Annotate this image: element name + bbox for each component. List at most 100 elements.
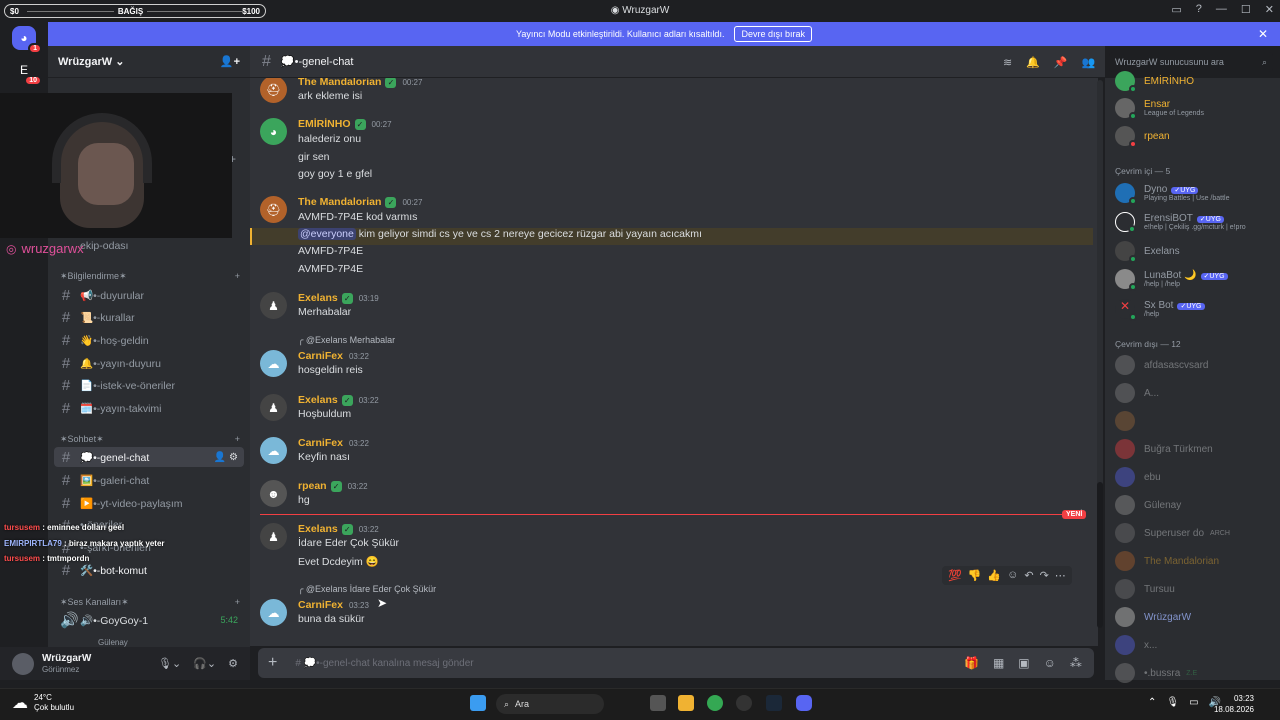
member-item[interactable]: Tursuu [1115, 578, 1275, 600]
weather-widget[interactable]: ☁ 24°C Çok bulutlu [12, 693, 74, 713]
member-item[interactable]: The Mandalorian [1115, 550, 1275, 572]
member-list-icon[interactable]: 👥 [1082, 56, 1096, 69]
author-name[interactable]: Exelans [298, 523, 338, 535]
voice-member[interactable]: Gülenay [98, 638, 128, 647]
author-name[interactable]: EMİRİNHO [298, 118, 351, 130]
channel-duyurular[interactable]: # 📢•-duyurular [54, 285, 244, 305]
thumbs-down-icon[interactable]: 👎 [968, 569, 982, 582]
add-channel-icon[interactable]: + [235, 597, 240, 608]
category-sohbet[interactable]: ✶Sohbet✶ + [60, 434, 240, 445]
obs-icon[interactable] [736, 695, 752, 711]
avatar[interactable]: ☁ [260, 350, 287, 377]
avatar[interactable]: ◕ [260, 118, 287, 145]
gift-icon[interactable]: 🎁 [964, 656, 979, 670]
author-name[interactable]: CarniFex [298, 599, 343, 611]
network-icon[interactable]: ▭ [1189, 697, 1198, 708]
pin-icon[interactable]: 📌 [1054, 56, 1068, 69]
taskbar-clock[interactable]: 03:23 18.08.2026 [1214, 693, 1254, 715]
start-menu-icon[interactable] [470, 695, 486, 711]
threads-icon[interactable]: ≋ [1003, 56, 1012, 69]
member-item[interactable]: Exelans [1115, 240, 1275, 263]
member-item[interactable] [1115, 410, 1275, 432]
author-name[interactable]: The Mandalorian [298, 196, 381, 208]
category-ses-kanallari[interactable]: ✶Ses Kanalları✶ + [60, 597, 240, 608]
member-item[interactable]: rpean [1115, 125, 1275, 148]
member-item[interactable]: afdasascvsard [1115, 354, 1275, 376]
member-item[interactable]: Gülenay [1115, 494, 1275, 516]
reaction-emoji-icon[interactable]: 💯 [948, 569, 962, 582]
reply-icon[interactable]: ↶ [1024, 569, 1033, 582]
discord-taskbar-icon[interactable] [796, 695, 812, 711]
member-item[interactable]: Superuser do ARCH [1115, 522, 1275, 544]
add-reaction-icon[interactable]: ☺ [1007, 569, 1018, 582]
channel-yayin-takvimi[interactable]: # 🗓️•-yayın-takvimi [54, 398, 244, 418]
member-item[interactable]: ErensiBOT ✓UYG e!help | Çekiliş .gg/mcturk… [1115, 211, 1275, 233]
gif-icon[interactable]: ▦ [993, 656, 1004, 670]
reply-preview[interactable]: ╭ @Exelans İdare Eder Çok Şükür [298, 584, 436, 595]
member-item[interactable]: Ensar League of Legends [1115, 97, 1275, 120]
avatar[interactable] [12, 652, 34, 675]
taskbar-search[interactable]: ⌕ Ara [496, 694, 604, 714]
channel-istek-ve-oneriler[interactable]: # 📄•-istek-ve-öneriler [54, 375, 244, 395]
chrome-icon[interactable] [707, 695, 723, 711]
gear-icon[interactable]: ⚙ [228, 657, 238, 670]
avatar[interactable]: ♟ [260, 292, 287, 319]
forward-icon[interactable]: ↷ [1040, 569, 1049, 582]
apps-icon[interactable]: ⁂ [1070, 656, 1082, 670]
author-name[interactable]: rpean [298, 480, 327, 492]
avatar[interactable]: ♟ [260, 523, 287, 550]
author-name[interactable]: The Mandalorian [298, 78, 381, 88]
maximize-button[interactable]: ☐ [1241, 3, 1251, 16]
home-button[interactable]: ◕ 1 [12, 26, 42, 54]
category-bilgilendirme[interactable]: ✶Bilgilendirme✶ + [60, 271, 240, 282]
add-member-icon[interactable]: 👤+ [220, 55, 240, 68]
reply-preview[interactable]: ╭ @Exelans Merhabalar [298, 335, 395, 346]
avatar[interactable]: ⛑ [260, 78, 287, 103]
member-item[interactable]: ✕ Sx Bot ✓UYG/help [1115, 298, 1275, 321]
guild-header[interactable]: WrüzgarW ⌄ 👤+ [48, 46, 250, 78]
channel-yayin-duyuru[interactable]: # 🔔•-yayın-duyuru [54, 353, 244, 373]
author-name[interactable]: CarniFex [298, 437, 343, 449]
member-item[interactable]: x... [1115, 634, 1275, 656]
author-name[interactable]: CarniFex [298, 350, 343, 362]
banner-close-icon[interactable]: ✕ [1258, 27, 1268, 41]
add-channel-icon[interactable]: + [235, 434, 240, 445]
minimize-button[interactable]: — [1216, 3, 1227, 16]
avatar[interactable]: ☁ [260, 599, 287, 626]
avatar[interactable]: ⛑ [260, 196, 287, 223]
add-attachment-icon[interactable]: + [268, 654, 277, 672]
channel-kurallar[interactable]: # 📜•-kurallar [54, 307, 244, 327]
member-item[interactable]: •.bussra Z.E [1115, 662, 1275, 684]
member-item[interactable]: A... [1115, 382, 1275, 404]
member-item[interactable]: Buğra Türkmen [1115, 438, 1275, 460]
file-explorer-icon[interactable] [678, 695, 694, 711]
more-icon[interactable]: ⋯ [1055, 569, 1066, 582]
disable-streamer-mode-button[interactable]: Devre dışı bırak [734, 26, 812, 42]
emoji-icon[interactable]: ☺ [1044, 656, 1056, 670]
thumbs-up-icon[interactable]: 👍 [987, 569, 1001, 582]
close-window-button[interactable]: ✕ [1265, 3, 1274, 16]
server-icon[interactable]: E 10 [12, 58, 42, 86]
author-name[interactable]: Exelans [298, 394, 338, 406]
chevron-up-icon[interactable]: ⌃ [1148, 697, 1156, 708]
add-channel-icon[interactable]: + [235, 271, 240, 282]
task-view-icon[interactable] [650, 695, 666, 711]
mention-everyone[interactable]: @everyone [298, 228, 356, 240]
help-icon[interactable]: ? [1196, 3, 1202, 16]
channel-galeri-chat[interactable]: # 🖼️•-galeri-chat [54, 470, 244, 490]
channel-hos-geldin[interactable]: # 👋•-hoş-geldin [54, 330, 244, 350]
member-item[interactable]: Dyno ✓UYG Playing Battles | Use /battle [1115, 182, 1275, 205]
member-item[interactable]: WrüzgarW [1115, 606, 1275, 628]
channel-settings-icon[interactable]: 👤 ⚙ [214, 452, 238, 463]
channel-yt-video-paylasim[interactable]: # ▶️•-yt-video-paylaşım [54, 493, 244, 513]
search-input[interactable]: WruzgarW sunucusunu ara ⌕ [1109, 52, 1273, 72]
microphone-icon[interactable]: 🎙⌄ [158, 657, 181, 670]
headphones-icon[interactable]: 🎧⌄ [193, 657, 216, 670]
steam-icon[interactable] [766, 695, 782, 711]
member-item[interactable]: EMİRİNHO [1115, 70, 1275, 93]
microphone-icon[interactable]: 🎙 [1166, 697, 1179, 708]
avatar[interactable]: ☻ [260, 480, 287, 507]
voice-channel-goygoy[interactable]: 🔊 🔊•-GoyGoy-1 5:42 [54, 610, 244, 630]
bell-icon[interactable]: 🔔 [1026, 56, 1040, 69]
channel-bot-komut[interactable]: # 🛠️•-bot-komut [54, 560, 244, 580]
